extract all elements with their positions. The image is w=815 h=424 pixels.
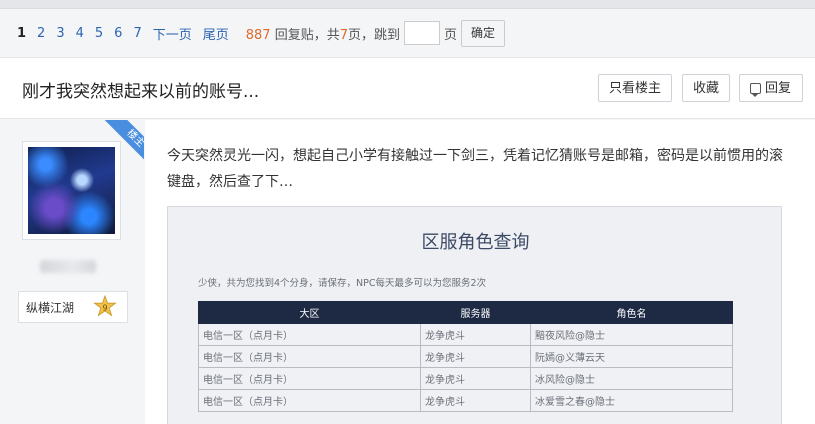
reply-suffix: 回复贴，共	[270, 27, 340, 43]
page-unit-label: 页	[444, 27, 458, 43]
table-row: 电信一区（点月卡） 龙争虎斗 冰风险@隐士	[198, 367, 733, 390]
reply-button[interactable]: 回复	[739, 74, 803, 102]
col-header-server: 服务器	[420, 301, 531, 324]
page-link-5[interactable]: 5	[95, 26, 103, 41]
level-star-icon: 9	[93, 295, 117, 317]
username-blurred[interactable]	[40, 260, 96, 273]
col-header-character: 角色名	[530, 301, 733, 324]
post-screenshot-image[interactable]: 区服角色查询 少侠，共为您找到4个分身，请保存，NPC每天最多可以为您服务2次 …	[167, 206, 782, 424]
reply-button-label: 回复	[765, 80, 792, 95]
op-badge-label: 楼主	[104, 120, 144, 160]
cell-region: 电信一区（点月卡）	[198, 323, 421, 346]
cell-character: 黯夜风险@隐士	[530, 323, 733, 346]
cell-server: 龙争虎斗	[420, 367, 531, 390]
reply-icon	[750, 82, 761, 97]
cell-character: 冰风险@隐士	[530, 367, 733, 390]
avatar[interactable]	[28, 147, 115, 234]
cell-character: 阮嫣@义薄云天	[530, 345, 733, 368]
thread-title: 刚才我突然想起来以前的账号...	[22, 82, 260, 102]
post-content: 今天突然灵光一闪，想起自己小学有接触过一下剑三，凭着记忆猜账号是邮箱，密码是以前…	[145, 120, 815, 424]
table-row: 电信一区（点月卡） 龙争虎斗 黯夜风险@隐士	[198, 323, 733, 346]
rank-name: 纵横江湖	[26, 300, 75, 315]
post-body-text: 今天突然灵光一闪，想起自己小学有接触过一下剑三，凭着记忆猜账号是邮箱，密码是以前…	[167, 148, 783, 190]
level-number: 9	[102, 304, 107, 313]
page-link-3[interactable]: 3	[56, 26, 64, 41]
cell-region: 电信一区（点月卡）	[198, 367, 421, 390]
table-row: 电信一区（点月卡） 龙争虎斗 阮嫣@义薄云天	[198, 345, 733, 368]
next-page-link[interactable]: 下一页	[153, 24, 192, 43]
reply-count-info: 887 回复贴，共7页，跳到	[246, 24, 400, 43]
last-page-link[interactable]: 尾页	[203, 24, 229, 43]
col-header-region: 大区	[198, 301, 421, 324]
page-link-1[interactable]: 1	[17, 26, 26, 41]
jump-label: 页，跳到	[348, 27, 401, 43]
favorite-button[interactable]: 收藏	[682, 74, 731, 102]
cell-server: 龙争虎斗	[420, 389, 531, 412]
pagination-bar: 1 2 3 4 5 6 7 下一页 尾页 887 回复贴，共7页，跳到 页 确定	[0, 9, 815, 58]
author-panel: 楼主 纵横江湖 9	[0, 120, 145, 424]
top-strip	[0, 0, 815, 9]
table-row: 电信一区（点月卡） 龙争虎斗 冰爱雪之春@隐士	[198, 389, 733, 412]
page-link-2[interactable]: 2	[37, 26, 45, 41]
confirm-jump-button[interactable]: 确定	[461, 19, 506, 47]
jump-page-input[interactable]	[404, 21, 441, 45]
cell-server: 龙争虎斗	[420, 323, 531, 346]
query-title: 区服角色查询	[421, 232, 530, 253]
cell-server: 龙争虎斗	[420, 345, 531, 368]
op-badge: 楼主	[104, 120, 144, 160]
page-link-6[interactable]: 6	[114, 26, 122, 41]
query-note: 少侠，共为您找到4个分身，请保存，NPC每天最多可以为您服务2次	[198, 278, 487, 289]
user-rank: 纵横江湖 9	[18, 291, 128, 323]
page-link-7[interactable]: 7	[133, 26, 141, 41]
reply-count: 887	[245, 27, 271, 43]
cell-character: 冰爱雪之春@隐士	[530, 389, 733, 412]
cell-region: 电信一区（点月卡）	[198, 389, 421, 412]
only-op-button[interactable]: 只看楼主	[598, 74, 673, 102]
page-link-4[interactable]: 4	[76, 26, 84, 41]
thread-header: 刚才我突然想起来以前的账号... 只看楼主 收藏 回复	[0, 58, 815, 119]
total-pages: 7	[339, 27, 349, 43]
character-table: 大区 服务器 角色名 电信一区（点月卡） 龙争虎斗 黯夜风险@隐士 电信一区（点…	[198, 301, 733, 412]
cell-region: 电信一区（点月卡）	[198, 345, 421, 368]
